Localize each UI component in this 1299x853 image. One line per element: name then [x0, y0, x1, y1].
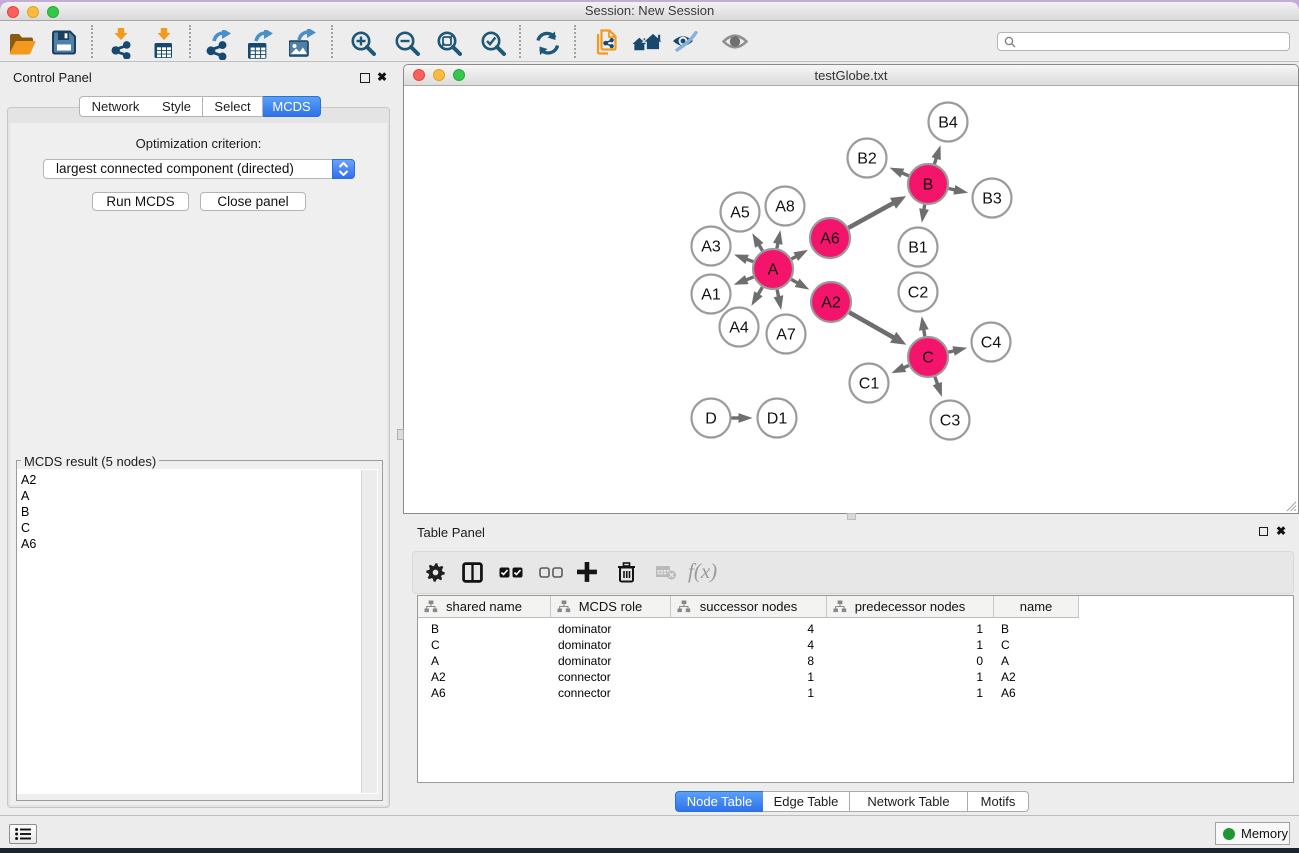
- svg-text:A1: A1: [701, 287, 721, 304]
- svg-text:C4: C4: [981, 335, 1002, 352]
- svg-text:A6: A6: [820, 231, 840, 248]
- svg-text:B: B: [923, 177, 934, 194]
- svg-text:A2: A2: [821, 295, 841, 312]
- svg-text:A: A: [768, 262, 779, 279]
- svg-text:C1: C1: [859, 376, 880, 393]
- svg-text:A3: A3: [701, 239, 721, 256]
- svg-text:A4: A4: [729, 320, 749, 337]
- svg-text:B2: B2: [857, 151, 877, 168]
- svg-text:C: C: [922, 350, 934, 367]
- svg-text:A8: A8: [775, 199, 795, 216]
- svg-text:B1: B1: [908, 240, 928, 257]
- svg-text:D1: D1: [767, 411, 788, 428]
- svg-text:A5: A5: [730, 205, 750, 222]
- svg-text:A7: A7: [776, 327, 796, 344]
- svg-text:C2: C2: [908, 285, 929, 302]
- svg-text:B4: B4: [938, 115, 958, 132]
- svg-text:C3: C3: [940, 413, 961, 430]
- svg-text:B3: B3: [982, 191, 1002, 208]
- svg-text:D: D: [705, 411, 717, 428]
